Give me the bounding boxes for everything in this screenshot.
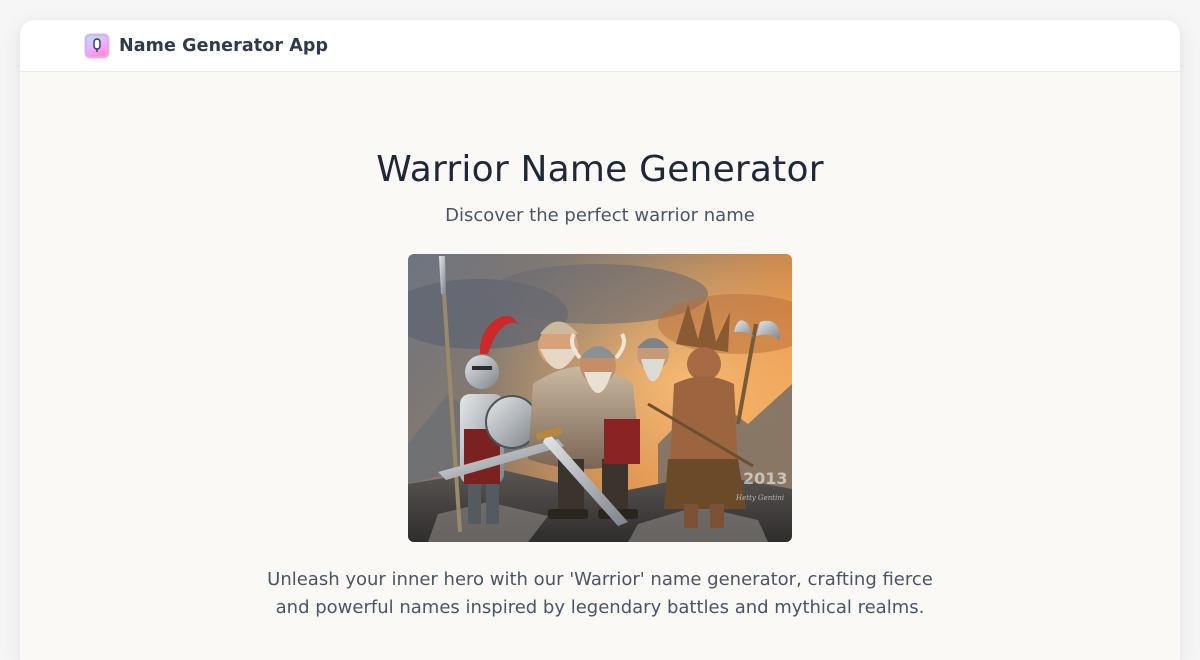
warriors-illustration: 2013 Hetty Gentini: [408, 254, 792, 542]
page-title: Warrior Name Generator: [376, 149, 824, 190]
image-year-watermark: 2013: [743, 469, 788, 488]
page-description: Unleash your inner hero with our 'Warrio…: [267, 569, 933, 618]
image-signature: Hetty Gentini: [735, 494, 784, 502]
main-content: Warrior Name Generator Discover the perf…: [20, 72, 1180, 640]
page-subtitle: Discover the perfect warrior name: [445, 205, 755, 226]
app-name[interactable]: Name Generator App: [119, 36, 328, 56]
hero-image: 2013 Hetty Gentini: [408, 254, 792, 542]
app-window: Name Generator App Warrior Name Generato…: [20, 20, 1180, 660]
microphone-icon: [87, 35, 107, 56]
app-logo[interactable]: [84, 32, 110, 59]
top-header: Name Generator App: [20, 20, 1180, 72]
